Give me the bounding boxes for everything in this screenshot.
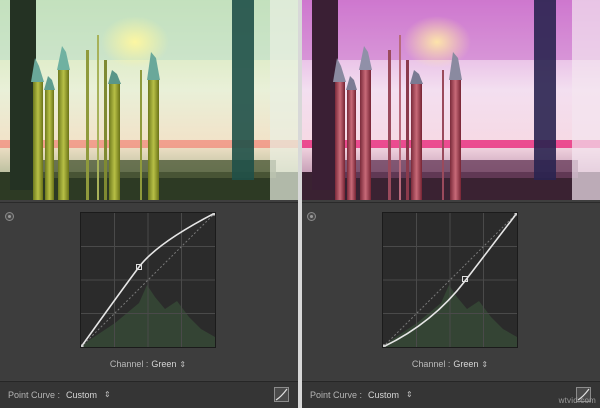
channel-value[interactable]: Green	[453, 359, 478, 369]
curve-graph[interactable]	[80, 212, 216, 348]
point-curve-label: Point Curve :	[8, 390, 61, 400]
watermark: wtvid.com	[558, 396, 596, 405]
channel-selector[interactable]: Channel : Green ⇕	[80, 359, 216, 369]
right-pane: Channel : Green ⇕ Point Curve : Custom ⇕ w…	[302, 0, 600, 408]
point-curve-bar: Point Curve : Custom ⇕	[302, 381, 600, 408]
up-down-arrows-icon[interactable]: ⇕	[481, 360, 488, 369]
point-curve-label: Point Curve :	[310, 390, 363, 400]
channel-selector[interactable]: Channel : Green ⇕	[382, 359, 518, 369]
curve-graph[interactable]	[382, 212, 518, 348]
up-down-arrows-icon[interactable]: ⇕	[179, 360, 186, 369]
photo-preview-green	[0, 0, 298, 200]
channel-value[interactable]: Green	[151, 359, 176, 369]
tone-curve-panel: Channel : Green ⇕	[0, 202, 298, 380]
point-curve-value[interactable]: Custom	[368, 390, 399, 400]
channel-label: Channel :	[109, 359, 149, 369]
point-curve-bar: Point Curve : Custom ⇕	[0, 381, 298, 408]
tone-curve-panel: Channel : Green ⇕	[302, 202, 600, 380]
left-pane: Channel : Green ⇕ Point Curve : Custom ⇕	[0, 0, 298, 408]
up-down-arrows-icon[interactable]: ⇕	[104, 390, 111, 399]
circle-toggle-icon[interactable]	[5, 212, 14, 221]
point-curve-value[interactable]: Custom	[66, 390, 97, 400]
photo-preview-magenta	[302, 0, 600, 200]
up-down-arrows-icon[interactable]: ⇕	[406, 390, 413, 399]
circle-toggle-icon[interactable]	[307, 212, 316, 221]
channel-label: Channel :	[411, 359, 451, 369]
curve-adjust-icon[interactable]	[274, 387, 289, 402]
